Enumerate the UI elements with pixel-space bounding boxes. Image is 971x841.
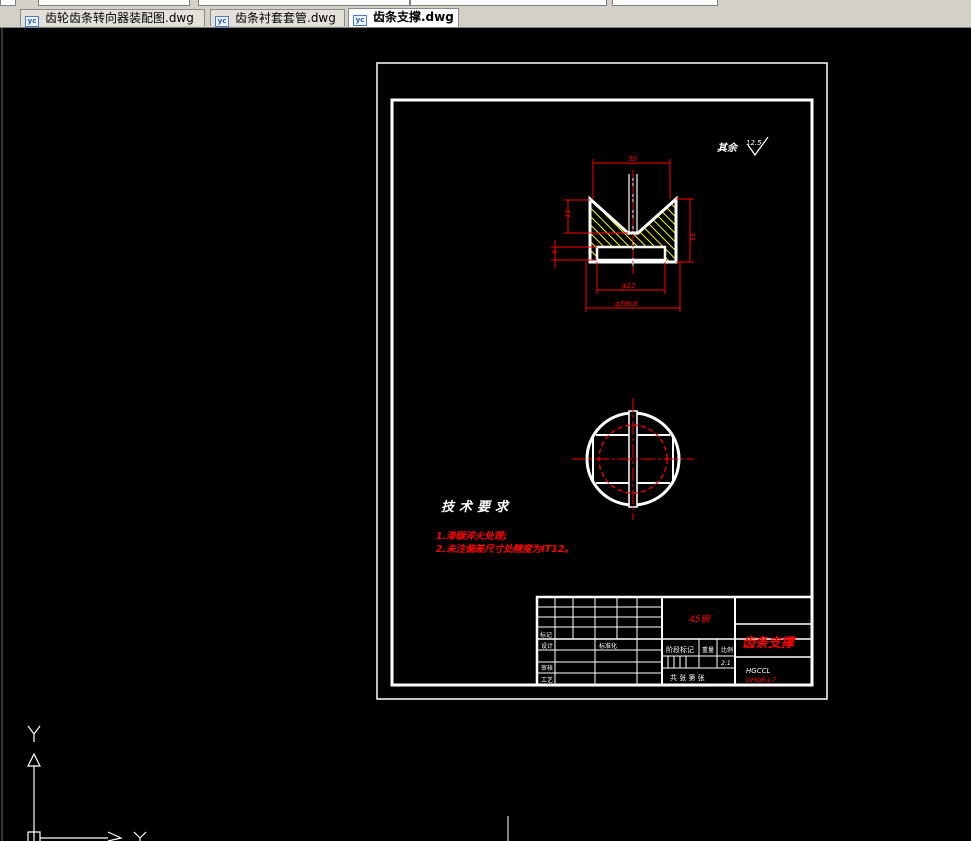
review-label: 审核 — [541, 664, 553, 672]
revision-row-labels: 标记 — [540, 631, 552, 639]
top-view — [572, 398, 694, 520]
tab-drawing-rack-support[interactable]: yc 齿条支撑.dwg — [348, 8, 459, 27]
dwg-file-icon: yc — [353, 15, 367, 26]
drawing-number-text: DHQB-J-7 — [746, 676, 777, 684]
designer-label: 设计 — [541, 642, 553, 650]
dim-v-depth: 11 — [564, 209, 572, 218]
tab-drawing-assembly[interactable]: yc 齿轮齿条转向器装配图.dwg — [20, 9, 205, 27]
dwg-file-icon: yc — [25, 16, 39, 27]
material-text: 45钢 — [689, 614, 711, 625]
cad-model-space[interactable]: 其余 12.5 30 11 35 6 φ22 φ38h8 技术要求 1.渗碳淬火… — [0, 28, 971, 841]
sheet-border — [376, 62, 828, 700]
tab-drawing-sleeve[interactable]: yc 齿条衬套套管.dwg — [210, 9, 345, 27]
stage-mark-label: 阶段标记 — [666, 645, 694, 654]
tech-requirement-2: 2.未注偏差尺寸处精度为IT12。 — [436, 543, 574, 555]
front-section-view — [588, 170, 678, 275]
sheets-label: 共 张 第 张 — [670, 673, 705, 682]
tech-requirements-title: 技术要求 — [441, 499, 513, 515]
dim-slot-height: 6 — [551, 249, 559, 254]
process-label: 工艺 — [541, 676, 553, 684]
layer-dropdown[interactable] — [38, 0, 190, 6]
dwg-file-icon: yc — [215, 16, 229, 27]
part-name-text: 齿条支撑 — [742, 635, 796, 651]
part-code-text: HGCCL — [746, 667, 770, 675]
tab-label: 齿条衬套套管.dwg — [235, 11, 336, 25]
dim-outer-diameter: φ38h8 — [615, 300, 638, 308]
scale-label: 比例 — [721, 646, 733, 654]
dim-top-width: 30 — [628, 155, 637, 163]
scale-value: 2:1 — [721, 660, 731, 667]
drawing-canvas[interactable]: 其余 12.5 30 11 35 6 φ22 φ38h8 技术要求 1.渗碳淬火… — [0, 28, 971, 841]
linetype-dropdown[interactable] — [410, 0, 607, 6]
dim-bore-diameter: φ22 — [622, 282, 636, 290]
weight-label: 重量 — [702, 646, 714, 654]
style-dropdown[interactable] — [198, 0, 410, 6]
roughness-note: 其余 — [717, 142, 739, 154]
lineweight-dropdown[interactable] — [612, 0, 718, 6]
document-tab-bar: yc 齿轮齿条转向器装配图.dwg yc 齿条衬套套管.dwg yc 齿条支撑.dwg — [0, 7, 971, 28]
standardize-label: 标准化 — [599, 642, 617, 650]
tab-label: 齿条支撑.dwg — [373, 10, 454, 24]
tech-requirement-1: 1.渗碳淬火处理; — [436, 530, 507, 542]
toolbar-field[interactable] — [0, 0, 16, 6]
tab-label: 齿轮齿条转向器装配图.dwg — [45, 11, 194, 25]
ucs-axis-icon — [27, 725, 147, 841]
dim-height: 35 — [688, 232, 696, 241]
